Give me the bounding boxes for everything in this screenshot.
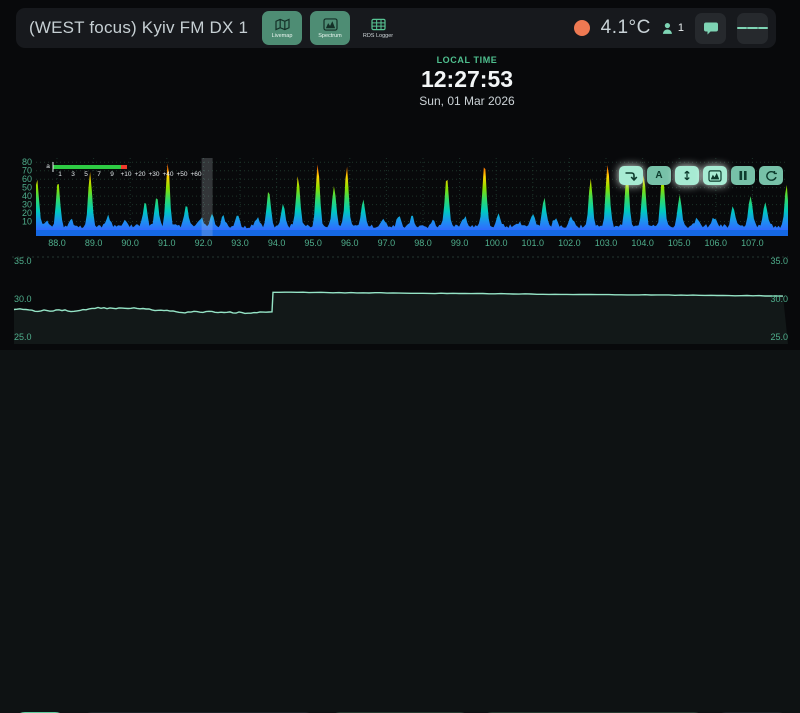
status-dot: [573, 20, 590, 36]
svg-text:92.0: 92.0: [195, 238, 213, 248]
refresh-icon: [765, 170, 777, 181]
spectrum-retune-button[interactable]: [619, 166, 643, 185]
svg-text:104.0: 104.0: [631, 238, 654, 248]
svg-text:96.0: 96.0: [341, 238, 359, 248]
svg-text:+50: +50: [176, 171, 187, 178]
svg-text:+10: +10: [120, 171, 131, 178]
svg-text:101.0: 101.0: [522, 238, 545, 248]
signal-graph: 35.0 35.0 30.0 30.0 25.0 25.0: [12, 256, 788, 344]
arrows-vertical-icon: [684, 170, 690, 181]
svg-text:a: a: [46, 163, 50, 170]
svg-text:97.0: 97.0: [378, 238, 396, 248]
svg-text:25.0: 25.0: [14, 332, 32, 342]
clock-time: 12:27:53: [420, 66, 514, 92]
clock-date: Sun, 01 Mar 2026: [419, 94, 515, 108]
spectrum-chart-icon: [322, 17, 338, 31]
top-nav: Livemap Spectrum RDS Logger: [262, 11, 398, 45]
clock-label: LOCAL TIME: [436, 55, 498, 65]
nav-rds-logger-button[interactable]: RDS Logger: [358, 11, 398, 45]
svg-text:88.0: 88.0: [48, 238, 66, 248]
top-bar-right: 4.1°C 1: [573, 8, 768, 48]
svg-text:107.0: 107.0: [741, 238, 764, 248]
svg-text:100.0: 100.0: [485, 238, 508, 248]
listener-count: 1: [677, 22, 684, 34]
fmdx-webserver-app: (WEST focus) Kyiv FM DX 1 Livemap Spectr…: [0, 0, 800, 713]
svg-text:91.0: 91.0: [158, 238, 176, 248]
svg-text:+40: +40: [162, 171, 173, 178]
listener-counter: 1: [662, 22, 684, 35]
svg-text:99.0: 99.0: [451, 238, 469, 248]
arrow-turn-down-icon: [625, 171, 638, 181]
spectrum-toolbar: A: [619, 166, 783, 185]
local-clock: LOCAL TIME 12:27:53 Sun, 01 Mar 2026: [367, 55, 567, 108]
top-bar: (WEST focus) Kyiv FM DX 1 Livemap Spectr…: [16, 8, 776, 48]
svg-text:1: 1: [58, 171, 62, 178]
spectrum-auto-button[interactable]: A: [647, 166, 671, 185]
svg-text:5: 5: [84, 171, 88, 178]
dashboard: UKRAINE No PTY TP TA MS AF: [0, 350, 800, 713]
user-icon: [662, 22, 672, 34]
spectrum-pause-button[interactable]: [731, 166, 755, 185]
svg-text:105.0: 105.0: [668, 238, 691, 248]
svg-text:102.0: 102.0: [558, 238, 581, 248]
map-icon: [274, 17, 290, 31]
svg-text:3: 3: [71, 171, 75, 178]
table-icon: [370, 18, 386, 30]
chat-button[interactable]: [695, 12, 726, 44]
spectrum-vertical-scale-button[interactable]: [675, 166, 699, 185]
spectrum-refresh-button[interactable]: [759, 166, 783, 185]
nav-livemap-label: Livemap: [271, 32, 293, 39]
nav-livemap-button[interactable]: Livemap: [262, 11, 302, 45]
svg-text:7: 7: [97, 171, 101, 178]
svg-text:9: 9: [110, 171, 114, 178]
svg-text:35.0: 35.0: [14, 256, 32, 266]
svg-text:103.0: 103.0: [595, 238, 618, 248]
svg-text:30.0: 30.0: [14, 294, 32, 304]
svg-text:89.0: 89.0: [85, 238, 103, 248]
svg-text:35.0: 35.0: [770, 256, 788, 266]
svg-text:93.0: 93.0: [231, 238, 249, 248]
pause-icon: [739, 171, 747, 180]
svg-text:+20: +20: [134, 171, 145, 178]
svg-text:10: 10: [22, 217, 32, 227]
area-chart-icon: [708, 169, 722, 182]
nav-rds-logger-label: RDS Logger: [362, 32, 394, 39]
server-title: (WEST focus) Kyiv FM DX 1: [29, 18, 249, 37]
hamburger-icon: [737, 27, 748, 29]
svg-text:+30: +30: [148, 171, 159, 178]
menu-button[interactable]: [737, 12, 768, 44]
svg-text:94.0: 94.0: [268, 238, 286, 248]
temperature: 4.1°C: [600, 17, 651, 38]
svg-text:+60: +60: [190, 171, 201, 178]
server-select-dropdown[interactable]: (WEST focus) Kyiv FM DX 1: [29, 8, 295, 48]
svg-text:98.0: 98.0: [414, 238, 432, 248]
spectrum-style-button[interactable]: [703, 166, 727, 185]
svg-text:106.0: 106.0: [705, 238, 728, 248]
chat-bubble-icon: [703, 22, 718, 34]
svg-text:90.0: 90.0: [121, 238, 139, 248]
svg-text:30.0: 30.0: [770, 294, 788, 304]
nav-spectrum-button[interactable]: Spectrum: [310, 11, 350, 45]
nav-spectrum-label: Spectrum: [318, 32, 342, 39]
svg-text:95.0: 95.0: [304, 238, 322, 248]
svg-text:25.0: 25.0: [770, 332, 788, 342]
letter-a-icon: A: [655, 170, 663, 181]
